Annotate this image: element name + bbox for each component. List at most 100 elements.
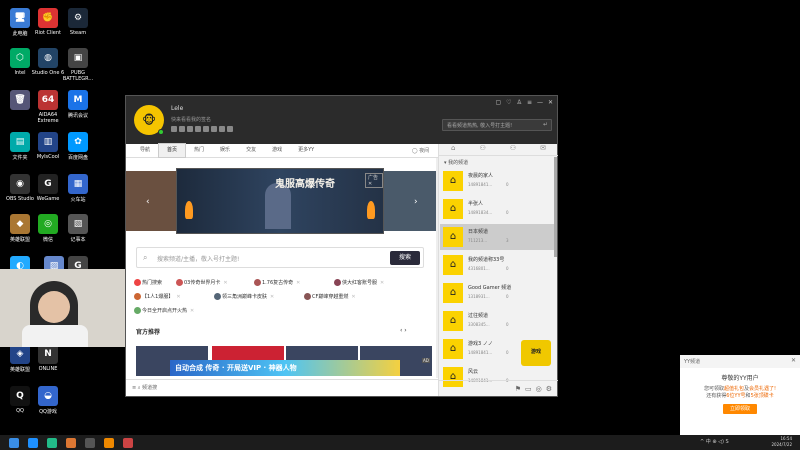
hot-tag[interactable]: 今日全开启点开火热 ✕ bbox=[134, 307, 194, 314]
target-icon[interactable]: ◎ bbox=[536, 385, 542, 393]
nav-tab[interactable]: 交友 bbox=[238, 144, 264, 157]
nav-tab[interactable]: 娱乐 bbox=[212, 144, 238, 157]
user-name[interactable]: Lele bbox=[171, 105, 183, 112]
flag-icon[interactable]: ⚑ bbox=[515, 385, 521, 393]
remove-tag-icon[interactable]: ✕ bbox=[270, 294, 274, 300]
hot-tag[interactable]: 热门搜索 bbox=[134, 279, 162, 286]
header-search-input[interactable]: 看看频道热热, 敬入号打主题! ↵ bbox=[442, 119, 552, 131]
desktop-icon[interactable]: ◒ QQ游戏 bbox=[30, 386, 66, 415]
badge-icon[interactable] bbox=[227, 126, 233, 132]
nav-tab[interactable]: 导航 bbox=[132, 144, 158, 157]
my-channels-heading[interactable]: ▾ 我的频道 bbox=[444, 159, 468, 166]
night-mode-toggle[interactable]: ◯ 夜间 bbox=[412, 147, 429, 154]
taskbar-app-icon[interactable] bbox=[66, 437, 76, 448]
badge-icon[interactable] bbox=[211, 126, 217, 132]
favorite-icon[interactable]: ♡ bbox=[506, 99, 511, 106]
badge-icon[interactable] bbox=[179, 126, 185, 132]
remove-tag-icon[interactable]: ✕ bbox=[223, 280, 227, 286]
badge-icon[interactable] bbox=[219, 126, 225, 132]
taskbar-app-icon[interactable] bbox=[123, 437, 133, 448]
taskbar-app-icon[interactable] bbox=[104, 437, 114, 448]
system-tray-icons[interactable]: ^ 中 ⊕ ◁) S bbox=[700, 438, 729, 445]
channel-name: 我的频道称33号 bbox=[468, 257, 505, 263]
app-icon: ✿ bbox=[68, 132, 88, 152]
channel-logo-icon: ⌂ bbox=[443, 171, 463, 191]
mail-icon[interactable]: ✉ bbox=[540, 144, 546, 155]
nav-tab[interactable]: 更多YY bbox=[290, 144, 322, 157]
webcam-overlay bbox=[0, 269, 136, 347]
channel-item[interactable]: ⌂ 夜晨的家人 14891841... 0 bbox=[440, 168, 554, 194]
home-icon[interactable]: ⌂ bbox=[451, 144, 455, 155]
clock[interactable]: 16:54 2024/7/22 bbox=[771, 436, 792, 448]
banner-next-slide[interactable] bbox=[384, 171, 438, 231]
desktop-icon[interactable]: N ONLINE bbox=[30, 344, 66, 372]
channel-item[interactable]: ⌂ 我的频道称33号 4316801... 0 bbox=[440, 252, 554, 278]
claim-button[interactable]: 立即领取 bbox=[723, 404, 757, 414]
taskbar-app-icon[interactable] bbox=[28, 437, 38, 448]
profile-icon[interactable]: ♙ bbox=[517, 99, 522, 106]
desktop-icon[interactable]: ▦ 火车站 bbox=[60, 174, 96, 203]
remove-tag-icon[interactable]: ✕ bbox=[351, 294, 355, 300]
group-icon[interactable]: ⚇ bbox=[510, 144, 516, 155]
bottom-ad-strip[interactable]: 自动合成 传奇 · 开局送VIP · 神器人物 bbox=[170, 360, 400, 376]
torch-icon bbox=[185, 201, 193, 219]
minimize-icon[interactable]: — bbox=[537, 99, 543, 106]
user-signature[interactable]: 快来看看我的签名 bbox=[171, 116, 211, 123]
remove-tag-icon[interactable]: ✕ bbox=[380, 280, 384, 286]
channel-item[interactable]: ⌂ 日本频道 711213... 3 bbox=[440, 224, 554, 250]
channel-item[interactable]: ⌂ 半张人 14891834... 0 bbox=[440, 196, 554, 222]
banner-ad[interactable]: 鬼服高爆传奇 广告 ✕ bbox=[176, 168, 384, 234]
badge-icon[interactable] bbox=[203, 126, 209, 132]
badge-icon[interactable] bbox=[195, 126, 201, 132]
banner-carousel[interactable]: ‹ › 鬼服高爆传奇 广告 ✕ bbox=[126, 168, 438, 234]
start-icon[interactable] bbox=[9, 437, 19, 448]
badge-icon[interactable] bbox=[171, 126, 177, 132]
enter-icon[interactable]: ↵ bbox=[543, 121, 548, 128]
app-icon: 🗑 bbox=[10, 90, 30, 110]
chevron-right-icon[interactable]: › bbox=[414, 197, 418, 207]
nav-tab[interactable]: 游戏 bbox=[264, 144, 290, 157]
window-bottom-bar[interactable]: ≡ ⌕ 频道搜 bbox=[126, 379, 438, 396]
hot-tag[interactable]: 领三角洲巅峰卡皮肤 ✕ bbox=[214, 293, 274, 300]
recommend-pager[interactable]: ‹ › bbox=[400, 327, 407, 334]
desktop-icon-label: 记事本 bbox=[70, 237, 86, 243]
taskbar-app-icon[interactable] bbox=[47, 437, 57, 448]
channel-item[interactable]: ⌂ Good Gamer 频道 1318931... 0 bbox=[440, 280, 554, 306]
close-icon[interactable]: ✕ bbox=[548, 99, 553, 106]
nav-tab[interactable]: 首页 bbox=[158, 143, 187, 158]
tag-icon bbox=[134, 279, 141, 286]
settings-icon[interactable]: ⚙ bbox=[546, 385, 552, 393]
channel-logo-icon: ⌂ bbox=[443, 311, 463, 331]
badge-icon[interactable] bbox=[187, 126, 193, 132]
channel-search-box[interactable]: ⌕ 搜索频道/主播，敬入号打主题! 搜索 bbox=[136, 247, 424, 268]
banner-prev-slide[interactable] bbox=[126, 171, 176, 231]
close-icon[interactable]: ✕ bbox=[791, 357, 796, 364]
search-button[interactable]: 搜索 bbox=[390, 251, 420, 265]
desktop-icon[interactable]: ▣ PUBG BATTLEGR... bbox=[60, 48, 96, 82]
sidebar-scrollbar[interactable] bbox=[554, 157, 557, 257]
desktop-icon[interactable]: ✿ 百度网盘 bbox=[60, 132, 96, 161]
hot-tag[interactable]: CF巅峰穿越重燃 ✕ bbox=[304, 293, 356, 300]
remove-tag-icon[interactable]: ✕ bbox=[190, 308, 194, 314]
channel-search-placeholder: 搜索频道/主播，敬入号打主题! bbox=[157, 256, 240, 263]
menu-icon[interactable]: ≡ bbox=[527, 99, 532, 106]
remove-tag-icon[interactable]: ✕ bbox=[176, 294, 180, 300]
remove-tag-icon[interactable]: ✕ bbox=[296, 280, 300, 286]
skin-icon[interactable]: ▢ bbox=[495, 99, 501, 106]
desktop-icon[interactable]: ▧ 记事本 bbox=[60, 214, 96, 243]
desktop-icon[interactable]: M 腾讯会议 bbox=[60, 90, 96, 119]
hot-tag[interactable]: 侠大红客账号服 ✕ bbox=[334, 279, 384, 286]
channel-item[interactable]: ⌂ 过往频道 3308345... 0 bbox=[440, 308, 554, 334]
tag-icon bbox=[304, 293, 311, 300]
nav-tab[interactable]: 热门 bbox=[186, 144, 212, 157]
hot-tag[interactable]: 1.76复古传奇 ✕ bbox=[254, 279, 300, 286]
screen-icon[interactable]: ▭ bbox=[525, 385, 532, 393]
taskbar-app-icon[interactable] bbox=[85, 437, 95, 448]
hot-tag[interactable]: 03传奇世界月卡 ✕ bbox=[176, 279, 228, 286]
banner-ad-tag[interactable]: 广告 ✕ bbox=[365, 173, 383, 188]
hot-tag[interactable]: 【1人1爆服】 ✕ bbox=[134, 293, 181, 300]
game-badge[interactable]: 游戏 bbox=[521, 340, 551, 366]
friends-icon[interactable]: ⚇ bbox=[479, 144, 485, 155]
chevron-left-icon[interactable]: ‹ bbox=[146, 197, 150, 207]
desktop-icon[interactable]: ⚙ Steam bbox=[60, 8, 96, 36]
